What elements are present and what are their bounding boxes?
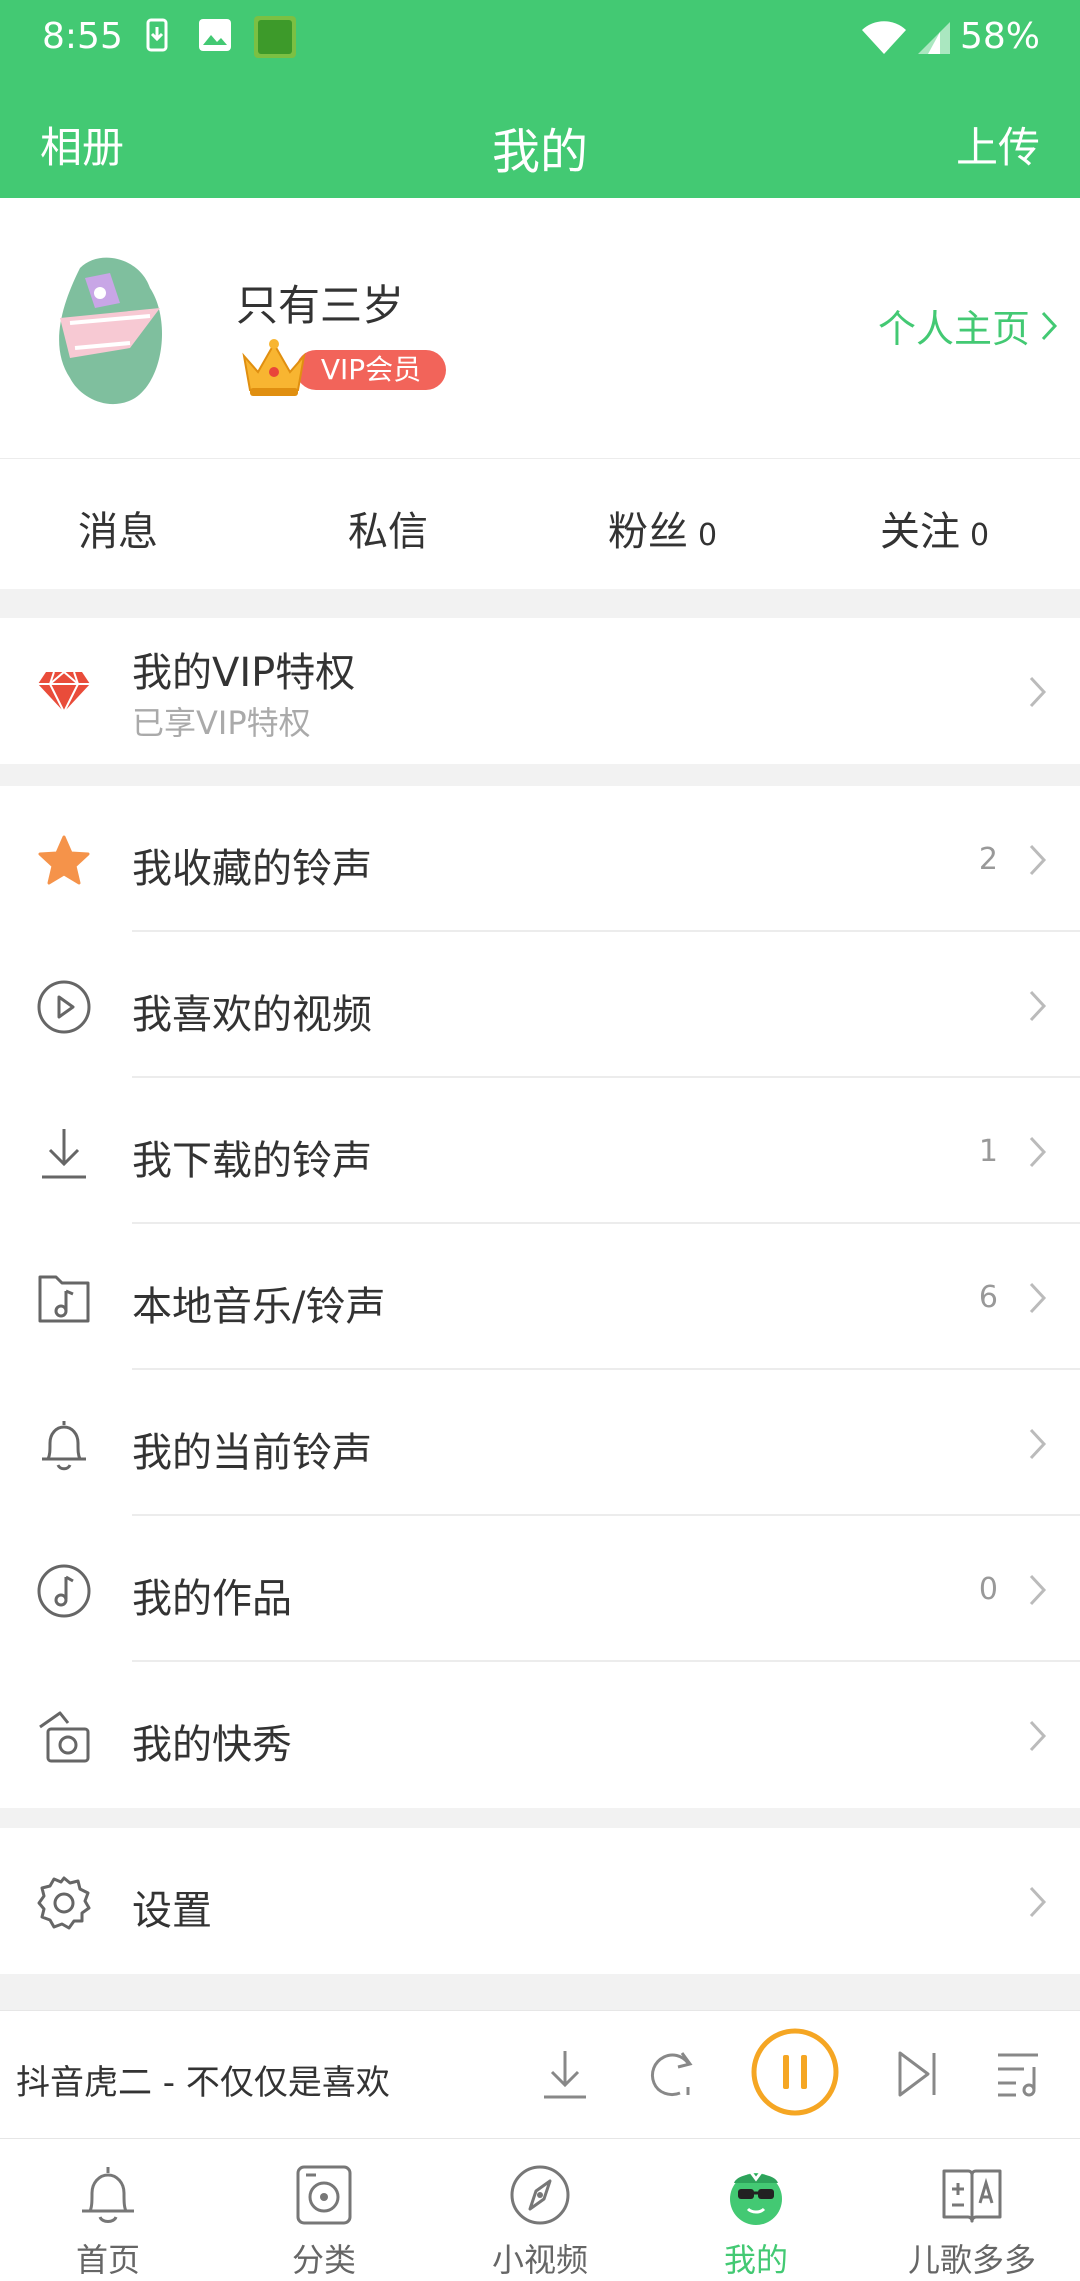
player-next-button[interactable]: [896, 2049, 940, 2099]
player-repeat-button[interactable]: [644, 2049, 698, 2099]
menu-item-label: 我的作品: [132, 1576, 292, 1622]
upload-button[interactable]: 上传: [956, 114, 1040, 175]
chevron-right-icon: [1028, 1281, 1048, 1315]
crown-icon: [238, 338, 310, 400]
tab-kids-songs[interactable]: 儿歌多多: [864, 2139, 1080, 2281]
app-logo-icon: [254, 16, 296, 58]
menu-item-liked-videos[interactable]: 我喜欢的视频: [0, 932, 1080, 1078]
personal-homepage-link[interactable]: 个人主页: [878, 298, 1058, 353]
stat-private-messages[interactable]: 私信: [348, 499, 438, 557]
battery-level: 58%: [959, 16, 1040, 57]
menu-item-count: 2: [978, 842, 998, 877]
play-circle-icon: [36, 979, 92, 1035]
menu-item-label: 我下载的铃声: [132, 1138, 372, 1184]
stat-label: 私信: [348, 509, 428, 555]
stats-row: 消息 私信 粉丝 0 关注 0: [0, 458, 1080, 589]
bottom-tab-bar: 首页 分类 小视频 我的 儿歌多多: [0, 2138, 1080, 2281]
download-icon: [36, 1125, 92, 1181]
top-header: 相册 我的 上传: [0, 80, 1080, 198]
chevron-right-icon: [1028, 1719, 1048, 1753]
menu-item-settings[interactable]: 设置: [0, 1828, 1080, 1974]
stat-followers[interactable]: 粉丝 0: [608, 499, 717, 557]
menu-item-my-kuaixiu[interactable]: 我的快秀: [0, 1662, 1080, 1808]
menu-item-current-ringtone[interactable]: 我的当前铃声: [0, 1370, 1080, 1516]
menu-item-count: 1: [978, 1134, 998, 1169]
chevron-right-icon: [1028, 843, 1048, 877]
bell-icon: [36, 1417, 92, 1473]
status-bar: 8:55 58%: [0, 0, 1080, 80]
menu-item-downloaded-ringtones[interactable]: 我下载的铃声 1: [0, 1078, 1080, 1224]
vip-badge-label: VIP会员: [296, 350, 446, 390]
menu-item-count: 6: [978, 1280, 998, 1315]
star-icon: [36, 833, 92, 889]
chevron-right-icon: [1040, 310, 1058, 342]
homepage-label: 个人主页: [877, 307, 1030, 351]
wifi-icon: [860, 20, 908, 56]
now-playing-title[interactable]: 抖音虎二 - 不仅仅是喜欢: [16, 2055, 390, 2104]
tab-category[interactable]: 分类: [216, 2139, 432, 2281]
username: 只有三岁: [236, 281, 405, 330]
menu-item-label: 设置: [132, 1888, 212, 1934]
vip-subtitle: 已享VIP特权: [132, 704, 311, 742]
mine-icon: [724, 2163, 788, 2227]
book-icon: [940, 2163, 1004, 2227]
tab-label: 小视频: [491, 2241, 588, 2279]
menu-item-favorite-ringtones[interactable]: 我收藏的铃声 2: [0, 786, 1080, 932]
profile-card: 只有三岁 VIP会员 个人主页: [0, 198, 1080, 458]
chevron-right-icon: [1028, 989, 1048, 1023]
menu-item-label: 我的快秀: [132, 1722, 292, 1768]
gear-icon: [36, 1875, 92, 1931]
stat-label: 消息: [78, 509, 158, 555]
bell-icon: [76, 2163, 140, 2227]
image-status-icon: [198, 18, 232, 52]
menu-item-label: 本地音乐/铃声: [132, 1284, 386, 1330]
mini-player: 抖音虎二 - 不仅仅是喜欢: [0, 2010, 1080, 2139]
stat-label: 关注: [880, 509, 960, 555]
status-time: 8:55: [42, 16, 123, 57]
download-status-icon: [146, 18, 168, 54]
settings-card: 设置: [0, 1828, 1080, 1974]
menu-item-label: 我喜欢的视频: [132, 992, 372, 1038]
menu-item-label: 我收藏的铃声: [132, 846, 372, 892]
stat-label: 粉丝: [608, 509, 688, 555]
menu-item-label: 我的当前铃声: [132, 1430, 372, 1476]
vip-privileges-row[interactable]: 我的VIP特权 已享VIP特权: [0, 618, 1080, 764]
signal-icon: [916, 20, 952, 56]
avatar[interactable]: [40, 248, 180, 408]
chevron-right-icon: [1028, 675, 1048, 709]
music-note-icon: [36, 1563, 92, 1619]
player-download-button[interactable]: [540, 2047, 590, 2101]
chevron-right-icon: [1028, 1573, 1048, 1607]
tab-label: 分类: [291, 2241, 356, 2279]
menu-item-count: 0: [978, 1572, 998, 1607]
category-icon: [292, 2163, 356, 2227]
chevron-right-icon: [1028, 1135, 1048, 1169]
compass-icon: [508, 2163, 572, 2227]
menu-card: 我收藏的铃声 2 我喜欢的视频 我下载的铃声 1 本地音乐/铃声 6 我的当前铃…: [0, 786, 1080, 1808]
page-title: 我的: [491, 124, 588, 180]
vip-title: 我的VIP特权: [132, 650, 356, 696]
camera-icon: [36, 1709, 92, 1765]
vip-member-badge: VIP会员: [238, 339, 446, 396]
tab-short-video[interactable]: 小视频: [432, 2139, 648, 2281]
stat-count: 0: [698, 518, 718, 553]
stat-following[interactable]: 关注 0: [880, 499, 989, 557]
stat-count: 0: [970, 518, 990, 553]
tab-label: 首页: [75, 2241, 140, 2279]
diamond-icon: [36, 662, 92, 718]
player-pause-button[interactable]: [750, 2027, 840, 2117]
chevron-right-icon: [1028, 1427, 1048, 1461]
tab-label: 儿歌多多: [907, 2241, 1036, 2279]
menu-item-my-works[interactable]: 我的作品 0: [0, 1516, 1080, 1662]
vip-card: 我的VIP特权 已享VIP特权: [0, 618, 1080, 764]
tab-mine[interactable]: 我的: [648, 2139, 864, 2281]
tab-home[interactable]: 首页: [0, 2139, 216, 2281]
chevron-right-icon: [1028, 1885, 1048, 1919]
music-folder-icon: [36, 1271, 92, 1327]
menu-item-local-music[interactable]: 本地音乐/铃声 6: [0, 1224, 1080, 1370]
tab-label: 我的: [723, 2241, 788, 2279]
player-playlist-button[interactable]: [994, 2049, 1044, 2099]
stat-messages[interactable]: 消息: [78, 499, 168, 557]
